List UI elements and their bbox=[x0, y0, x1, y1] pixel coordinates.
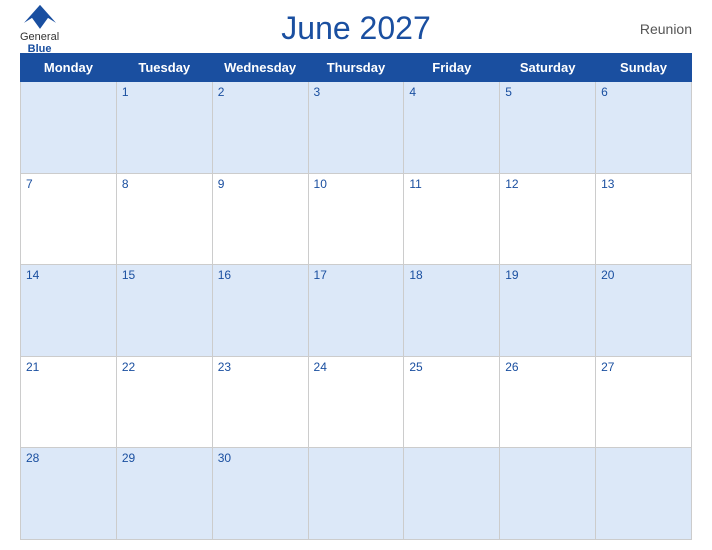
calendar-cell: 5 bbox=[500, 82, 596, 174]
calendar-cell: 7 bbox=[21, 173, 117, 265]
day-number: 30 bbox=[218, 451, 231, 465]
logo-general-text: General bbox=[20, 30, 59, 42]
calendar-cell: 2 bbox=[212, 82, 308, 174]
day-number: 21 bbox=[26, 360, 39, 374]
day-number: 12 bbox=[505, 177, 518, 191]
calendar-cell: 17 bbox=[308, 265, 404, 357]
day-number: 8 bbox=[122, 177, 129, 191]
calendar-cell: 20 bbox=[596, 265, 692, 357]
day-number: 28 bbox=[26, 451, 39, 465]
calendar-cell: 29 bbox=[116, 448, 212, 540]
logo-blue-text: Blue bbox=[28, 43, 52, 55]
calendar-week-2: 7 8 9 10 11 12 13 bbox=[21, 173, 692, 265]
calendar-week-5: 28 29 30 bbox=[21, 448, 692, 540]
calendar-week-1: 1 2 3 4 5 6 bbox=[21, 82, 692, 174]
calendar-header: General Blue June 2027 Reunion bbox=[20, 10, 692, 47]
calendar-cell: 27 bbox=[596, 356, 692, 448]
day-of-week-sunday: Sunday bbox=[596, 54, 692, 82]
calendar-cell: 15 bbox=[116, 265, 212, 357]
calendar-week-4: 21 22 23 24 25 26 27 bbox=[21, 356, 692, 448]
calendar-cell bbox=[308, 448, 404, 540]
calendar-cell: 13 bbox=[596, 173, 692, 265]
day-of-week-monday: Monday bbox=[21, 54, 117, 82]
day-number: 18 bbox=[409, 268, 422, 282]
logo-bird-icon bbox=[22, 2, 58, 30]
day-number: 29 bbox=[122, 451, 135, 465]
calendar-cell: 9 bbox=[212, 173, 308, 265]
day-of-week-thursday: Thursday bbox=[308, 54, 404, 82]
generalblue-logo: General Blue bbox=[20, 2, 59, 54]
calendar-cell: 12 bbox=[500, 173, 596, 265]
day-of-week-saturday: Saturday bbox=[500, 54, 596, 82]
calendar-cell bbox=[500, 448, 596, 540]
calendar-cell: 21 bbox=[21, 356, 117, 448]
day-number: 23 bbox=[218, 360, 231, 374]
calendar-cell: 10 bbox=[308, 173, 404, 265]
calendar-cell: 24 bbox=[308, 356, 404, 448]
calendar-cell: 16 bbox=[212, 265, 308, 357]
day-number: 24 bbox=[314, 360, 327, 374]
calendar-header-row: MondayTuesdayWednesdayThursdayFridaySatu… bbox=[21, 54, 692, 82]
region-label: Reunion bbox=[640, 21, 692, 37]
day-number: 4 bbox=[409, 85, 416, 99]
day-number: 3 bbox=[314, 85, 321, 99]
day-of-week-wednesday: Wednesday bbox=[212, 54, 308, 82]
calendar-cell: 6 bbox=[596, 82, 692, 174]
days-of-week-row: MondayTuesdayWednesdayThursdayFridaySatu… bbox=[21, 54, 692, 82]
calendar-title: June 2027 bbox=[281, 10, 430, 47]
day-number: 14 bbox=[26, 268, 39, 282]
day-number: 27 bbox=[601, 360, 614, 374]
calendar-cell: 1 bbox=[116, 82, 212, 174]
day-number: 13 bbox=[601, 177, 614, 191]
calendar-cell bbox=[596, 448, 692, 540]
calendar-cell: 23 bbox=[212, 356, 308, 448]
calendar-cell: 30 bbox=[212, 448, 308, 540]
day-number: 2 bbox=[218, 85, 225, 99]
day-number: 22 bbox=[122, 360, 135, 374]
day-number: 11 bbox=[409, 177, 421, 191]
calendar-cell bbox=[21, 82, 117, 174]
day-number: 26 bbox=[505, 360, 518, 374]
day-number: 25 bbox=[409, 360, 422, 374]
day-of-week-friday: Friday bbox=[404, 54, 500, 82]
calendar-cell: 28 bbox=[21, 448, 117, 540]
day-number: 16 bbox=[218, 268, 231, 282]
calendar-table: MondayTuesdayWednesdayThursdayFridaySatu… bbox=[20, 53, 692, 540]
calendar-cell: 26 bbox=[500, 356, 596, 448]
calendar-cell: 19 bbox=[500, 265, 596, 357]
day-of-week-tuesday: Tuesday bbox=[116, 54, 212, 82]
day-number: 1 bbox=[122, 85, 129, 99]
calendar-cell: 14 bbox=[21, 265, 117, 357]
calendar-cell: 22 bbox=[116, 356, 212, 448]
calendar-week-3: 14 15 16 17 18 19 20 bbox=[21, 265, 692, 357]
calendar-cell: 3 bbox=[308, 82, 404, 174]
day-number: 17 bbox=[314, 268, 327, 282]
day-number: 15 bbox=[122, 268, 135, 282]
day-number: 5 bbox=[505, 85, 512, 99]
calendar-cell bbox=[404, 448, 500, 540]
day-number: 19 bbox=[505, 268, 518, 282]
calendar-cell: 25 bbox=[404, 356, 500, 448]
day-number: 7 bbox=[26, 177, 33, 191]
day-number: 6 bbox=[601, 85, 608, 99]
day-number: 9 bbox=[218, 177, 225, 191]
calendar-cell: 18 bbox=[404, 265, 500, 357]
day-number: 20 bbox=[601, 268, 614, 282]
calendar-cell: 11 bbox=[404, 173, 500, 265]
calendar-cell: 8 bbox=[116, 173, 212, 265]
calendar-cell: 4 bbox=[404, 82, 500, 174]
day-number: 10 bbox=[314, 177, 327, 191]
calendar-body: 1234567891011121314151617181920212223242… bbox=[21, 82, 692, 540]
